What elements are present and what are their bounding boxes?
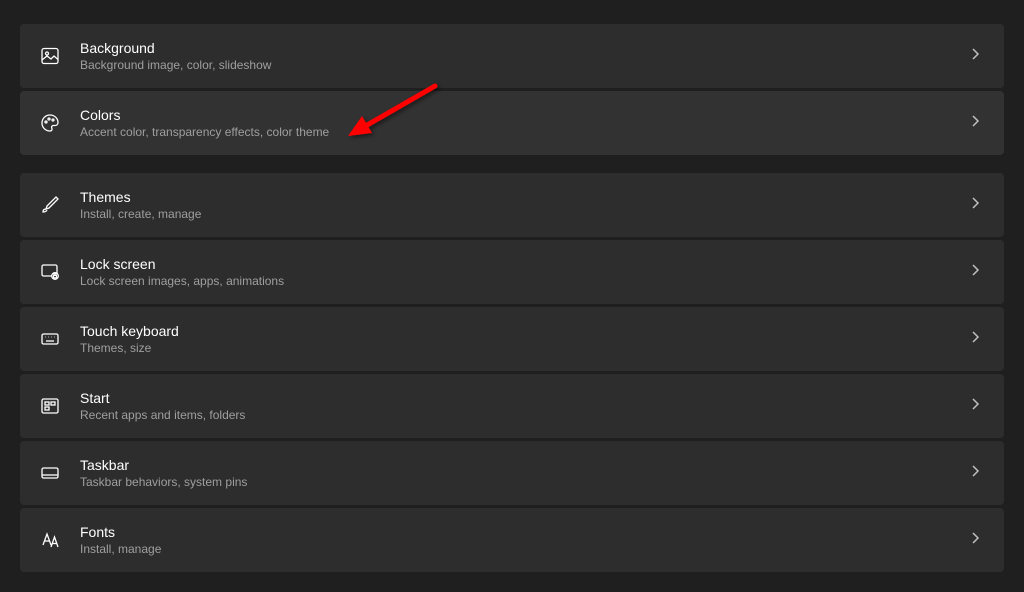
setting-desc: Taskbar behaviors, system pins <box>80 475 968 489</box>
setting-title: Lock screen <box>80 256 968 272</box>
setting-item-taskbar[interactable]: Taskbar Taskbar behaviors, system pins <box>20 441 1004 505</box>
setting-desc: Themes, size <box>80 341 968 355</box>
setting-item-fonts[interactable]: Fonts Install, manage <box>20 508 1004 572</box>
chevron-right-icon <box>968 397 982 416</box>
setting-text: Themes Install, create, manage <box>80 189 968 221</box>
fonts-icon <box>38 528 62 552</box>
setting-title: Themes <box>80 189 968 205</box>
setting-item-themes[interactable]: Themes Install, create, manage <box>20 173 1004 237</box>
setting-desc: Install, create, manage <box>80 207 968 221</box>
chevron-right-icon <box>968 47 982 66</box>
setting-text: Taskbar Taskbar behaviors, system pins <box>80 457 968 489</box>
setting-text: Start Recent apps and items, folders <box>80 390 968 422</box>
setting-text: Background Background image, color, slid… <box>80 40 968 72</box>
setting-item-touchkeyboard[interactable]: Touch keyboard Themes, size <box>20 307 1004 371</box>
setting-desc: Recent apps and items, folders <box>80 408 968 422</box>
brush-icon <box>38 193 62 217</box>
taskbar-icon <box>38 461 62 485</box>
personalization-settings-list: Background Background image, color, slid… <box>20 24 1004 572</box>
setting-title: Colors <box>80 107 968 123</box>
setting-title: Background <box>80 40 968 56</box>
setting-title: Touch keyboard <box>80 323 968 339</box>
palette-icon <box>38 111 62 135</box>
setting-item-background[interactable]: Background Background image, color, slid… <box>20 24 1004 88</box>
setting-item-start[interactable]: Start Recent apps and items, folders <box>20 374 1004 438</box>
image-icon <box>38 44 62 68</box>
setting-item-colors[interactable]: Colors Accent color, transparency effect… <box>20 91 1004 155</box>
setting-text: Colors Accent color, transparency effect… <box>80 107 968 139</box>
keyboard-icon <box>38 327 62 351</box>
setting-text: Fonts Install, manage <box>80 524 968 556</box>
chevron-right-icon <box>968 531 982 550</box>
setting-desc: Background image, color, slideshow <box>80 58 968 72</box>
setting-title: Start <box>80 390 968 406</box>
setting-text: Touch keyboard Themes, size <box>80 323 968 355</box>
setting-title: Taskbar <box>80 457 968 473</box>
setting-title: Fonts <box>80 524 968 540</box>
start-icon <box>38 394 62 418</box>
setting-desc: Install, manage <box>80 542 968 556</box>
setting-item-lockscreen[interactable]: Lock screen Lock screen images, apps, an… <box>20 240 1004 304</box>
setting-text: Lock screen Lock screen images, apps, an… <box>80 256 968 288</box>
setting-desc: Lock screen images, apps, animations <box>80 274 968 288</box>
chevron-right-icon <box>968 464 982 483</box>
setting-desc: Accent color, transparency effects, colo… <box>80 125 968 139</box>
lockscreen-icon <box>38 260 62 284</box>
chevron-right-icon <box>968 114 982 133</box>
chevron-right-icon <box>968 263 982 282</box>
chevron-right-icon <box>968 330 982 349</box>
chevron-right-icon <box>968 196 982 215</box>
